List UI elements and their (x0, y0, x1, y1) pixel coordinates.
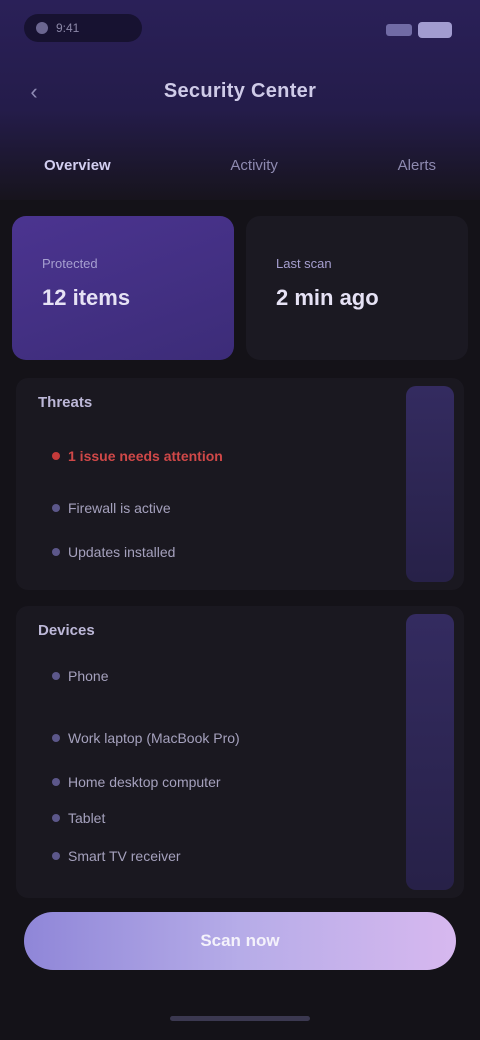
status-time: 9:41 (56, 21, 80, 35)
section-side-rail (406, 386, 454, 582)
dot-icon (52, 852, 60, 860)
page-title: Security Center (163, 80, 317, 102)
tab-overview[interactable]: Overview (44, 157, 111, 174)
section-title: Threats (38, 394, 93, 411)
list-item-label: 1 issue needs attention (68, 448, 223, 464)
list-item-label: Smart TV receiver (68, 848, 181, 864)
summary-value: 12 items (42, 285, 131, 310)
camera-icon (36, 22, 48, 34)
signal-icon (386, 24, 412, 36)
list-item[interactable]: Home desktop computer (52, 774, 221, 790)
dot-icon (52, 504, 60, 512)
list-item-label: Home desktop computer (68, 774, 221, 790)
section-title: Devices (38, 622, 95, 639)
devices-section: Devices Phone Work laptop (MacBook Pro) … (16, 606, 464, 898)
list-item-label: Tablet (68, 810, 106, 826)
tab-activity[interactable]: Activity (230, 157, 278, 174)
list-item-label: Work laptop (MacBook Pro) (68, 730, 240, 746)
top-bar: ‹ Security Center (0, 66, 480, 120)
summary-value: 2 min ago (276, 285, 379, 310)
list-item[interactable]: Tablet (52, 810, 105, 826)
dot-icon (52, 778, 60, 786)
summary-card-protected[interactable]: Protected 12 items (12, 216, 234, 360)
list-item[interactable]: Smart TV receiver (52, 848, 181, 864)
list-item[interactable]: Firewall is active (52, 500, 171, 516)
list-item-label: Phone (68, 668, 109, 684)
status-bar: 9:41 (0, 0, 480, 56)
tab-bar: Overview Activity Alerts (0, 140, 480, 190)
dot-icon (52, 548, 60, 556)
summary-label: Protected (42, 256, 98, 271)
battery-icon (418, 22, 452, 38)
summary-cards: Protected 12 items Last scan 2 min ago (12, 216, 468, 360)
list-item[interactable]: Phone (52, 668, 108, 684)
dot-icon (52, 672, 60, 680)
dot-icon (52, 814, 60, 822)
list-item-label: Firewall is active (68, 500, 171, 516)
list-item[interactable]: 1 issue needs attention (52, 448, 223, 464)
status-indicators (356, 18, 452, 42)
threats-section: Threats 1 issue needs attention Firewall… (16, 378, 464, 590)
app-header: 9:41 ‹ Security Center Overview Activity… (0, 0, 480, 200)
list-item-label: Updates installed (68, 544, 176, 560)
scan-now-button[interactable]: Scan now (24, 912, 456, 970)
list-item[interactable]: Updates installed (52, 544, 175, 560)
summary-card-last-scan[interactable]: Last scan 2 min ago (246, 216, 468, 360)
summary-label: Last scan (276, 256, 332, 271)
alert-dot-icon (52, 452, 60, 460)
dot-icon (52, 734, 60, 742)
home-indicator (170, 1016, 310, 1021)
list-item[interactable]: Work laptop (MacBook Pro) (52, 730, 240, 746)
tab-alerts[interactable]: Alerts (398, 157, 436, 174)
dynamic-island: 9:41 (24, 14, 142, 42)
section-side-rail (406, 614, 454, 890)
